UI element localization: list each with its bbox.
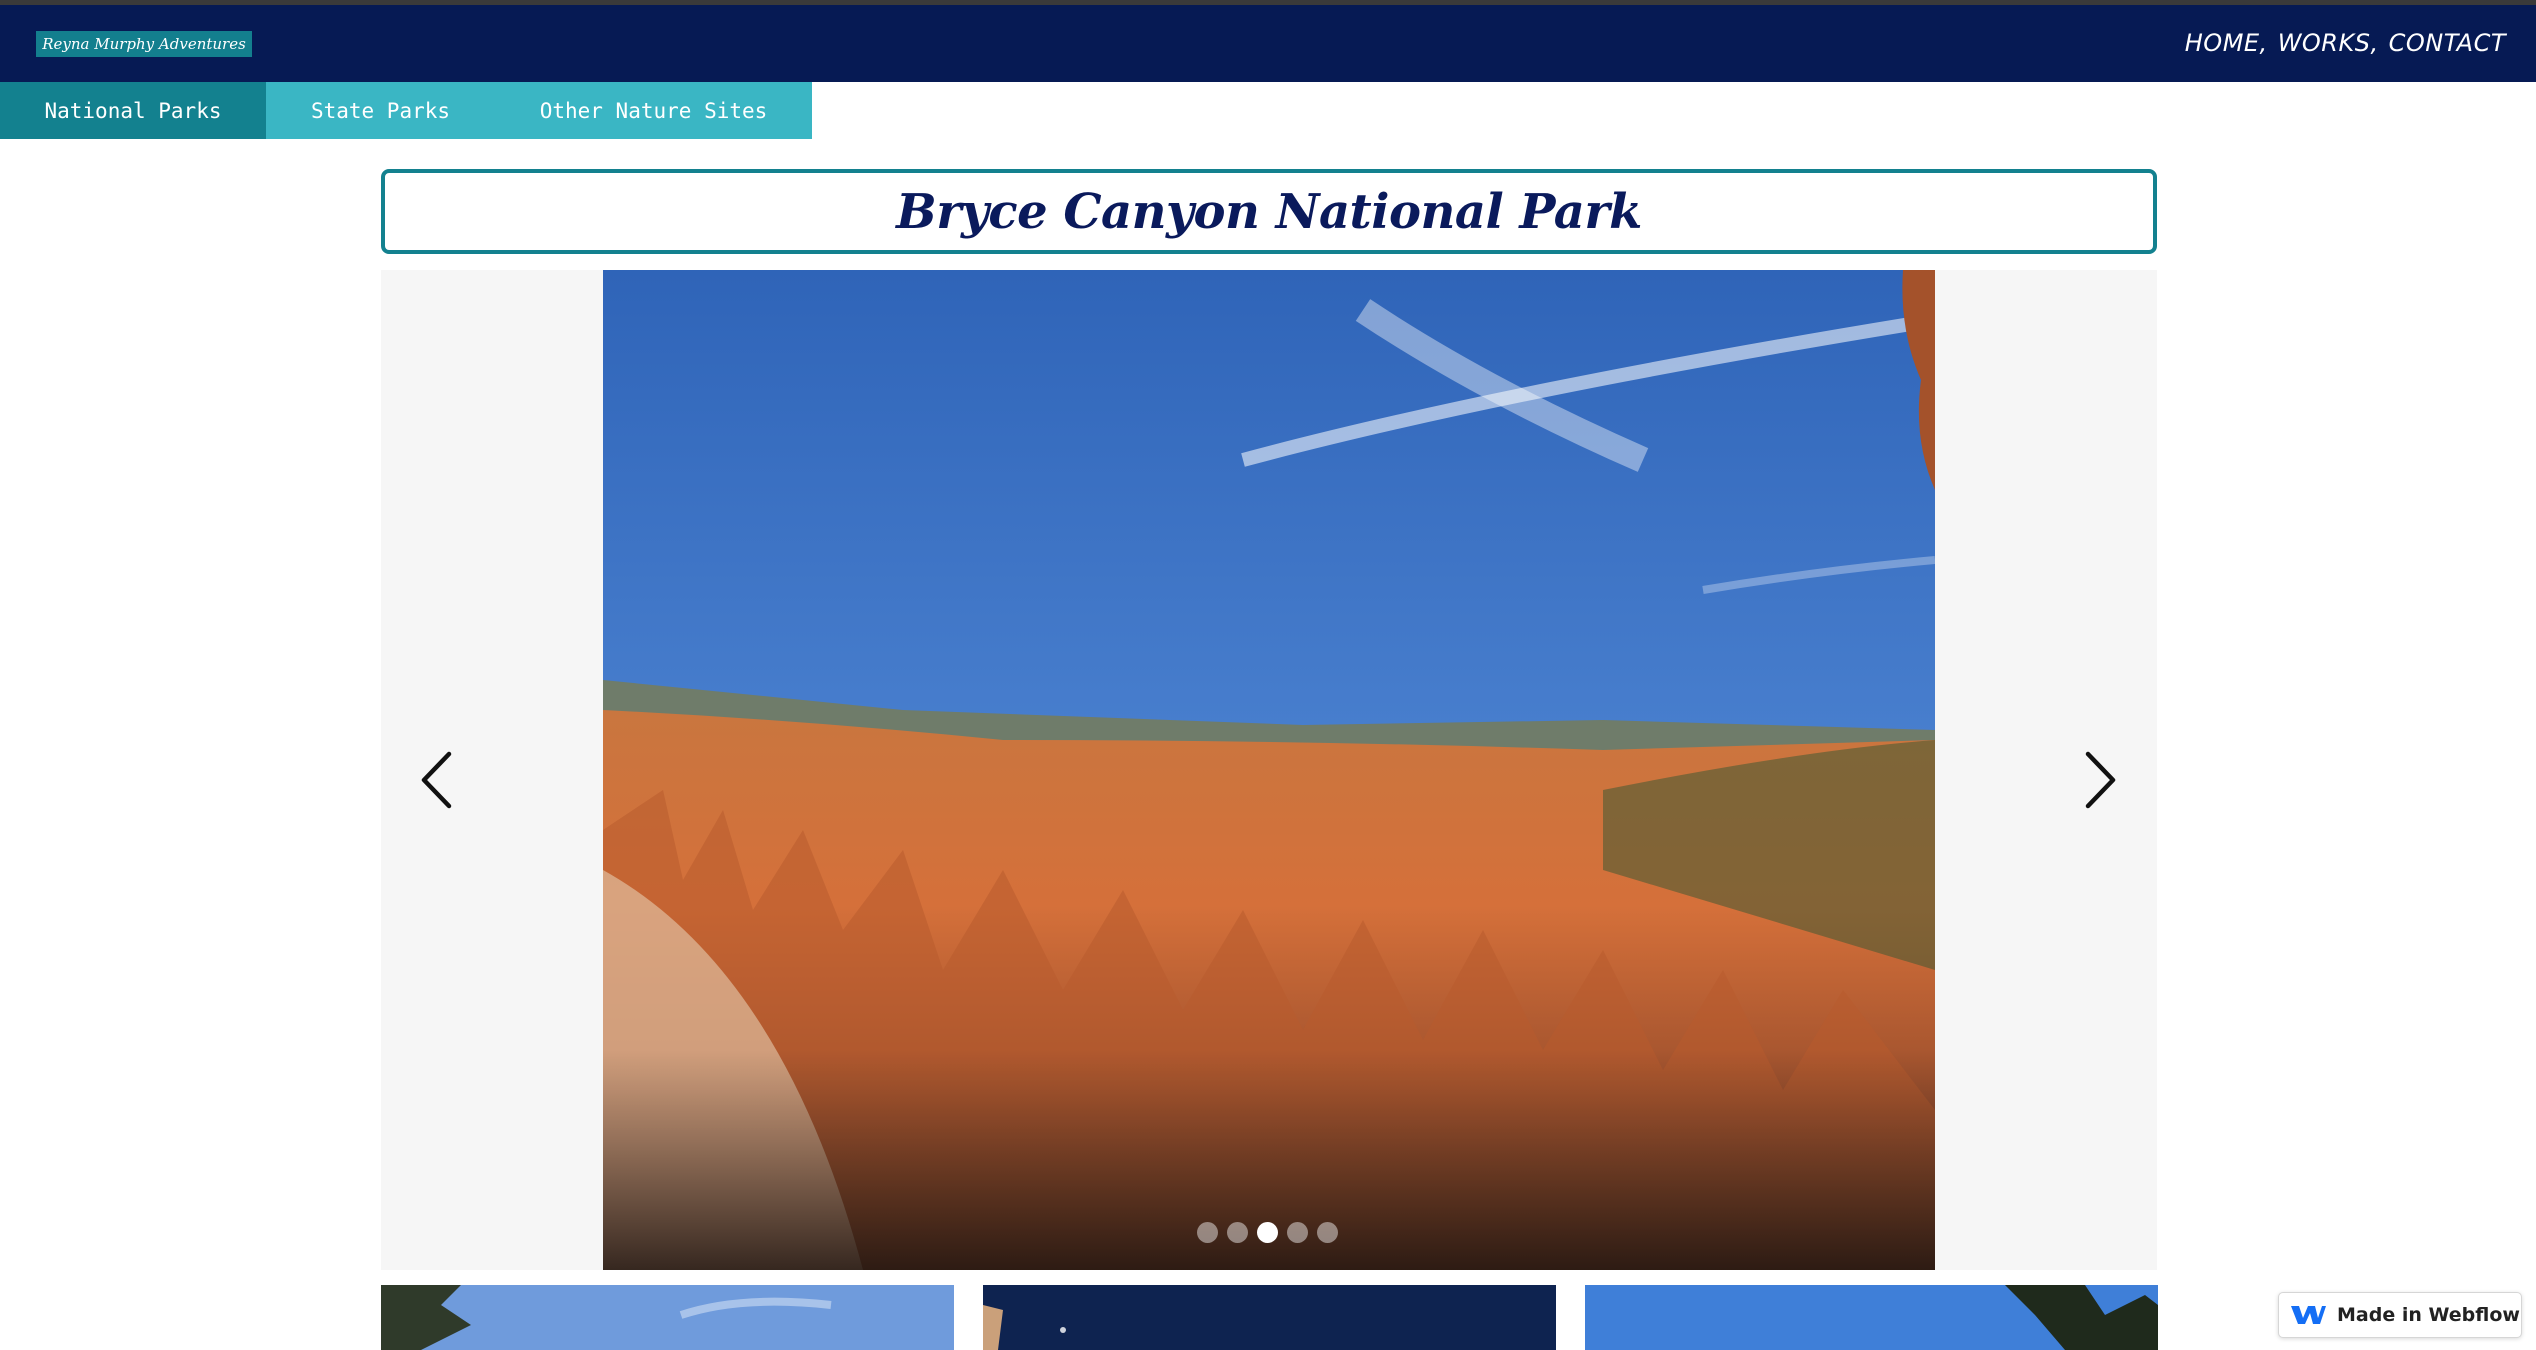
badge-label: Made in Webflow [2337, 1304, 2520, 1326]
gallery-thumbnail[interactable] [381, 1285, 954, 1350]
image-slider [381, 270, 2157, 1270]
tab-national-parks[interactable]: National Parks [0, 82, 266, 139]
slider-dots [1197, 1222, 1338, 1243]
slider-prev-button[interactable] [406, 740, 466, 820]
page-title-box: Bryce Canyon National Park [381, 169, 2157, 254]
slider-dot[interactable] [1287, 1222, 1308, 1243]
navbar: Reyna Murphy Adventures HOME, WORKS, CON… [0, 5, 2536, 82]
page-title: Bryce Canyon National Park [896, 183, 1642, 240]
nav-works-link[interactable]: WORKS, [2278, 29, 2379, 57]
brand-name: Reyna Murphy Adventures [42, 35, 246, 53]
category-tabs: National Parks State Parks Other Nature … [0, 82, 812, 139]
slider-dot[interactable] [1227, 1222, 1248, 1243]
slide-photo [603, 270, 1935, 1270]
webflow-logo-icon [2291, 1306, 2326, 1324]
brand-logo[interactable]: Reyna Murphy Adventures [36, 31, 252, 57]
slider-dot-active[interactable] [1257, 1222, 1278, 1243]
slider-next-button[interactable] [2071, 740, 2131, 820]
thumbnail-tree-image [1585, 1285, 2158, 1350]
slider-dot[interactable] [1317, 1222, 1338, 1243]
gallery-thumbnail[interactable] [983, 1285, 1556, 1350]
thumbnail-night-image [983, 1285, 1556, 1350]
nav-home-link[interactable]: HOME, [2185, 29, 2268, 57]
tab-state-parks[interactable]: State Parks [266, 82, 495, 139]
gallery-thumbnail[interactable] [1585, 1285, 2158, 1350]
chevron-right-icon [2085, 751, 2116, 809]
tab-other-nature-sites[interactable]: Other Nature Sites [495, 82, 812, 139]
thumbnail-sky-image [381, 1285, 954, 1350]
main-nav: HOME, WORKS, CONTACT [2185, 29, 2506, 57]
canyon-landscape-image [603, 270, 1935, 1270]
made-in-webflow-badge[interactable]: Made in Webflow [2278, 1292, 2522, 1338]
nav-contact-link[interactable]: CONTACT [2389, 29, 2506, 57]
chevron-left-icon [421, 751, 452, 809]
slider-dot[interactable] [1197, 1222, 1218, 1243]
